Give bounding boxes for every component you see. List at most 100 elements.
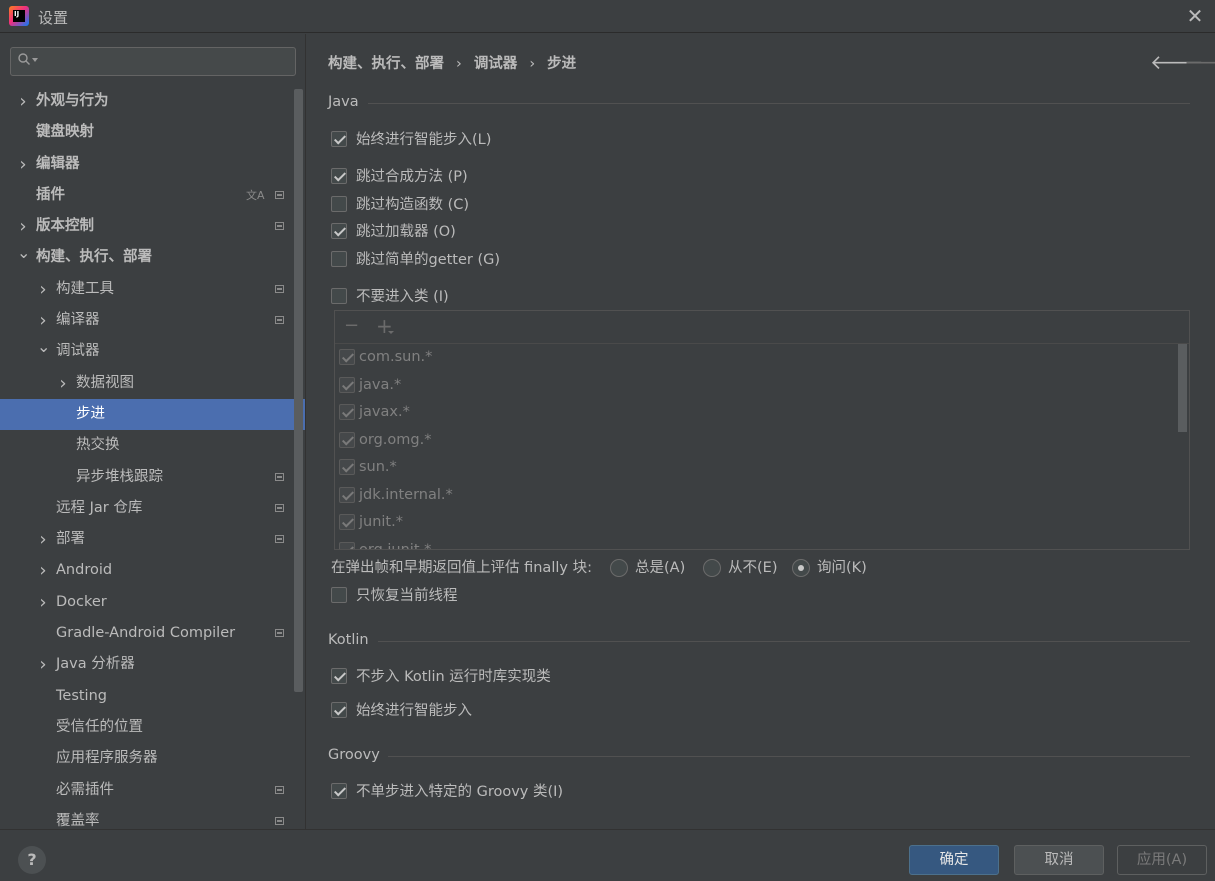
list-scrollbar[interactable] xyxy=(1178,344,1187,432)
window-title: 设置 xyxy=(38,9,69,27)
checkbox-label: 不步入 Kotlin 运行时库实现类 xyxy=(356,669,551,685)
sidebar-item[interactable]: ⌄ 调试器 xyxy=(0,336,305,367)
translate-icon: 文A xyxy=(246,188,265,202)
class-filter-list: − + com.sun.* java.* javax.* org.omg.* sun.*… xyxy=(334,310,1190,550)
checkbox[interactable] xyxy=(331,168,347,184)
class-filter-row[interactable]: java.* xyxy=(335,372,1177,400)
checkbox[interactable] xyxy=(331,196,347,212)
radio-button[interactable] xyxy=(610,559,628,577)
sidebar-item[interactable]: 步进 xyxy=(0,398,305,431)
sidebar-item[interactable]: › 部署 xyxy=(0,524,305,555)
project-level-icon xyxy=(275,503,284,512)
sidebar-item[interactable]: 覆盖率 xyxy=(0,806,305,829)
project-level-icon xyxy=(275,222,284,231)
chevron-right-icon[interactable]: › xyxy=(17,86,29,117)
sidebar-item[interactable]: 键盘映射 xyxy=(0,117,305,148)
project-level-icon xyxy=(275,816,284,825)
section-title-kotlin: Kotlin xyxy=(328,632,369,648)
finally-eval-label: 在弹出帧和早期返回值上评估 finally 块: xyxy=(331,560,592,576)
ok-button[interactable]: 确定 xyxy=(909,845,999,875)
checkbox[interactable] xyxy=(339,514,355,530)
checkbox[interactable] xyxy=(331,668,347,684)
forward-arrow-icon[interactable]: 🡒 xyxy=(1184,50,1215,74)
sidebar-item[interactable]: › 数据视图 xyxy=(0,368,305,399)
checkbox[interactable] xyxy=(331,702,347,718)
sidebar-item-label: Docker xyxy=(56,593,107,610)
checkbox[interactable] xyxy=(339,349,355,365)
breadcrumb-build[interactable]: 构建、执行、部署 xyxy=(328,56,444,72)
sidebar-item-label: 构建工具 xyxy=(56,280,114,297)
checkbox[interactable] xyxy=(331,223,347,239)
chevron-down-icon[interactable]: ⌄ xyxy=(17,237,30,268)
sidebar-item[interactable]: › 外观与行为 xyxy=(0,86,305,117)
remove-icon[interactable]: − xyxy=(344,315,359,336)
sidebar-item[interactable]: 远程 Jar 仓库 xyxy=(0,493,305,524)
class-filter-row[interactable]: com.sun.* xyxy=(335,344,1177,372)
checkbox[interactable] xyxy=(339,459,355,475)
class-filter-row[interactable]: org.omg.* xyxy=(335,427,1177,455)
sidebar-item[interactable]: 插件 文A xyxy=(0,180,305,211)
sidebar-item[interactable]: ⌄ 构建、执行、部署 xyxy=(0,242,305,273)
breadcrumb-debugger[interactable]: 调试器 xyxy=(474,56,518,72)
class-filter-row[interactable]: jdk.internal.* xyxy=(335,482,1177,510)
add-dropdown-icon[interactable] xyxy=(388,331,394,334)
add-icon[interactable]: + xyxy=(376,314,393,338)
chevron-right-icon[interactable]: › xyxy=(37,587,49,618)
chevron-right-icon[interactable]: › xyxy=(37,274,49,305)
close-icon[interactable]: ✕ xyxy=(1185,6,1205,26)
class-filter-pattern: org.omg.* xyxy=(359,431,432,448)
breadcrumb-separator: › xyxy=(529,56,536,72)
checkbox[interactable] xyxy=(331,783,347,799)
class-filter-pattern: sun.* xyxy=(359,459,397,475)
chevron-right-icon[interactable]: › xyxy=(37,555,49,586)
checkbox[interactable] xyxy=(339,376,355,393)
checkbox-label: 只恢复当前线程 xyxy=(356,588,458,604)
radio-button[interactable] xyxy=(703,559,721,577)
checkbox[interactable] xyxy=(331,288,347,304)
checkbox[interactable] xyxy=(339,486,355,503)
cancel-button[interactable]: 取消 xyxy=(1014,845,1104,875)
sidebar-item-label: Testing xyxy=(56,687,107,704)
sidebar-item[interactable]: 应用程序服务器 xyxy=(0,743,305,774)
sidebar-item[interactable]: › Docker xyxy=(0,587,305,618)
checkbox-label: 始终进行智能步入 xyxy=(356,703,472,719)
sidebar-item[interactable]: 必需插件 xyxy=(0,775,305,806)
class-filter-row[interactable]: javax.* xyxy=(335,399,1177,427)
checkbox-label: 跳过简单的getter (G) xyxy=(356,252,501,268)
sidebar-item[interactable]: › 版本控制 xyxy=(0,211,305,242)
sidebar-item[interactable]: Gradle-Android Compiler xyxy=(0,618,305,649)
sidebar-scrollbar[interactable] xyxy=(294,89,303,692)
chevron-right-icon[interactable]: › xyxy=(37,524,49,555)
sidebar-item[interactable]: Testing xyxy=(0,681,305,712)
search-dropdown-icon[interactable] xyxy=(32,58,38,62)
class-filter-row[interactable]: junit.* xyxy=(335,509,1177,537)
checkbox[interactable] xyxy=(339,431,355,448)
sidebar-item-label: 编译器 xyxy=(56,312,100,329)
checkbox[interactable] xyxy=(331,251,347,267)
sidebar-item[interactable]: › Java 分析器 xyxy=(0,649,305,680)
radio-button[interactable] xyxy=(792,559,810,577)
chevron-right-icon[interactable]: › xyxy=(17,149,29,180)
sidebar-item[interactable]: › 构建工具 xyxy=(0,274,305,305)
settings-tree: › 外观与行为 键盘映射 › 编辑器 插件 文A › 版本控制 ⌄ 构建、执行、部署 › 构建工具 › 编译… xyxy=(0,86,305,829)
chevron-right-icon[interactable]: › xyxy=(57,368,69,399)
section-title-groovy: Groovy xyxy=(328,747,380,763)
checkbox[interactable] xyxy=(331,587,347,603)
checkbox[interactable] xyxy=(339,404,355,420)
checkbox[interactable] xyxy=(331,131,347,147)
chevron-right-icon[interactable]: › xyxy=(37,649,49,680)
search-input[interactable] xyxy=(10,47,296,76)
help-button[interactable]: ? xyxy=(18,846,46,874)
chevron-down-icon[interactable]: ⌄ xyxy=(37,331,50,362)
apply-button[interactable]: 应用(A) xyxy=(1117,845,1207,875)
sidebar-item[interactable]: › Android xyxy=(0,555,305,586)
sidebar-item[interactable]: 异步堆栈跟踪 xyxy=(0,462,305,493)
class-filter-pattern: com.sun.* xyxy=(359,349,433,365)
class-filter-row[interactable]: org.junit.* xyxy=(335,537,1177,549)
checkbox[interactable] xyxy=(339,541,355,549)
class-filter-row[interactable]: sun.* xyxy=(335,454,1177,482)
sidebar-item[interactable]: › 编辑器 xyxy=(0,149,305,180)
checkbox-label: 跳过构造函数 (C) xyxy=(356,197,470,213)
sidebar-item[interactable]: 受信任的位置 xyxy=(0,712,305,743)
sidebar-item[interactable]: 热交换 xyxy=(0,430,305,461)
